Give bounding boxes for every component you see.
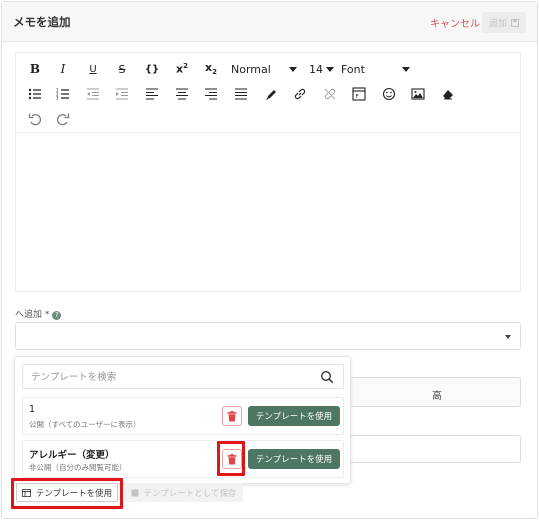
redo-icon[interactable] xyxy=(53,109,73,129)
use-template-button[interactable]: テンプレートを使用 xyxy=(248,406,340,426)
unlink-icon[interactable] xyxy=(320,84,340,104)
search-icon[interactable] xyxy=(320,370,334,384)
font-size-select[interactable]: 14 xyxy=(309,60,334,78)
font-size-value: 14 xyxy=(309,62,323,76)
chevron-down-icon xyxy=(326,66,334,72)
save-icon xyxy=(511,18,519,27)
bullet-list-icon[interactable] xyxy=(25,84,45,104)
chevron-down-icon xyxy=(401,66,410,72)
priority-high-option[interactable]: 高 xyxy=(432,387,442,402)
svg-text:3: 3 xyxy=(56,96,59,101)
align-right-icon[interactable] xyxy=(201,84,221,104)
use-template-menu-button[interactable]: テンプレートを使用 xyxy=(16,483,118,502)
outdent-icon[interactable] xyxy=(83,84,103,104)
help-icon[interactable]: ? xyxy=(52,311,62,320)
emoji-icon[interactable] xyxy=(379,84,399,104)
subscript-icon[interactable]: x2 xyxy=(201,59,221,79)
add-to-label: へ追加 *? xyxy=(15,307,62,320)
block-format-value: Normal xyxy=(231,62,271,76)
template-search xyxy=(22,364,344,389)
strikethrough-icon[interactable]: S xyxy=(112,59,132,79)
align-center-icon[interactable] xyxy=(172,84,192,104)
text-color-icon[interactable] xyxy=(261,84,281,104)
superscript-icon[interactable]: x2 xyxy=(172,59,192,79)
embed-icon[interactable]: F xyxy=(349,84,369,104)
font-family-value: Font xyxy=(341,62,365,76)
chevron-down-icon xyxy=(288,66,297,72)
secondary-input[interactable] xyxy=(350,435,521,463)
cancel-button[interactable]: キャンセル xyxy=(430,15,480,30)
add-to-select[interactable] xyxy=(15,322,521,350)
panel-title: メモを追加 xyxy=(13,15,71,29)
use-template-menu-label: テンプレートを使用 xyxy=(35,488,113,499)
numbered-list-icon[interactable]: 123 xyxy=(53,84,73,104)
use-template-button[interactable]: テンプレートを使用 xyxy=(248,449,340,469)
save-as-template-label: テンプレートとして保存 xyxy=(143,488,237,499)
template-icon xyxy=(21,488,31,497)
template-item: アレルギー（変更） 非公開（自分のみ閲覧可能） テンプレートを使用 xyxy=(22,440,344,478)
underline-icon[interactable]: U xyxy=(83,59,103,79)
code-block-icon[interactable]: {} xyxy=(142,59,162,79)
add-button[interactable]: 追加 xyxy=(482,12,526,33)
save-as-template-button[interactable]: テンプレートとして保存 xyxy=(124,483,243,502)
template-name: 1 xyxy=(29,404,36,415)
editor-toolbar: B I U S {} x2 x2 Normal 14 Font 123 F xyxy=(16,53,520,133)
panel-header: メモを追加 キャンセル 追加 xyxy=(2,2,537,42)
add-button-label: 追加 xyxy=(488,19,507,29)
font-family-select[interactable]: Font xyxy=(341,60,410,78)
highlight-box xyxy=(217,441,245,476)
template-visibility: 非公開（自分のみ閲覧可能） xyxy=(29,463,127,472)
add-to-label-text: へ追加 * xyxy=(15,310,50,320)
bold-icon[interactable]: B xyxy=(25,59,45,79)
link-icon[interactable] xyxy=(290,84,310,104)
save-icon xyxy=(131,489,138,496)
template-dropdown: 1 公開（すべてのユーザーに表示） テンプレートを使用 アレルギー（変更） 非公… xyxy=(14,356,351,484)
delete-template-button[interactable] xyxy=(222,406,242,426)
template-search-input[interactable] xyxy=(23,366,343,389)
chevron-down-icon xyxy=(505,335,511,339)
undo-icon[interactable] xyxy=(25,109,45,129)
indent-icon[interactable] xyxy=(112,84,132,104)
image-icon[interactable] xyxy=(408,84,428,104)
trash-icon xyxy=(227,410,237,421)
template-item: 1 公開（すべてのユーザーに表示） テンプレートを使用 xyxy=(22,397,344,435)
template-name: アレルギー（変更） xyxy=(29,450,115,461)
block-format-select[interactable]: Normal xyxy=(231,60,297,78)
justify-icon[interactable] xyxy=(231,84,251,104)
rich-text-editor[interactable]: B I U S {} x2 x2 Normal 14 Font 123 F xyxy=(15,52,521,292)
svg-text:F: F xyxy=(356,94,359,100)
align-left-icon[interactable] xyxy=(142,84,162,104)
template-visibility: 公開（すべてのユーザーに表示） xyxy=(29,420,141,429)
italic-icon[interactable]: I xyxy=(53,59,73,79)
clear-format-icon[interactable] xyxy=(438,84,458,104)
